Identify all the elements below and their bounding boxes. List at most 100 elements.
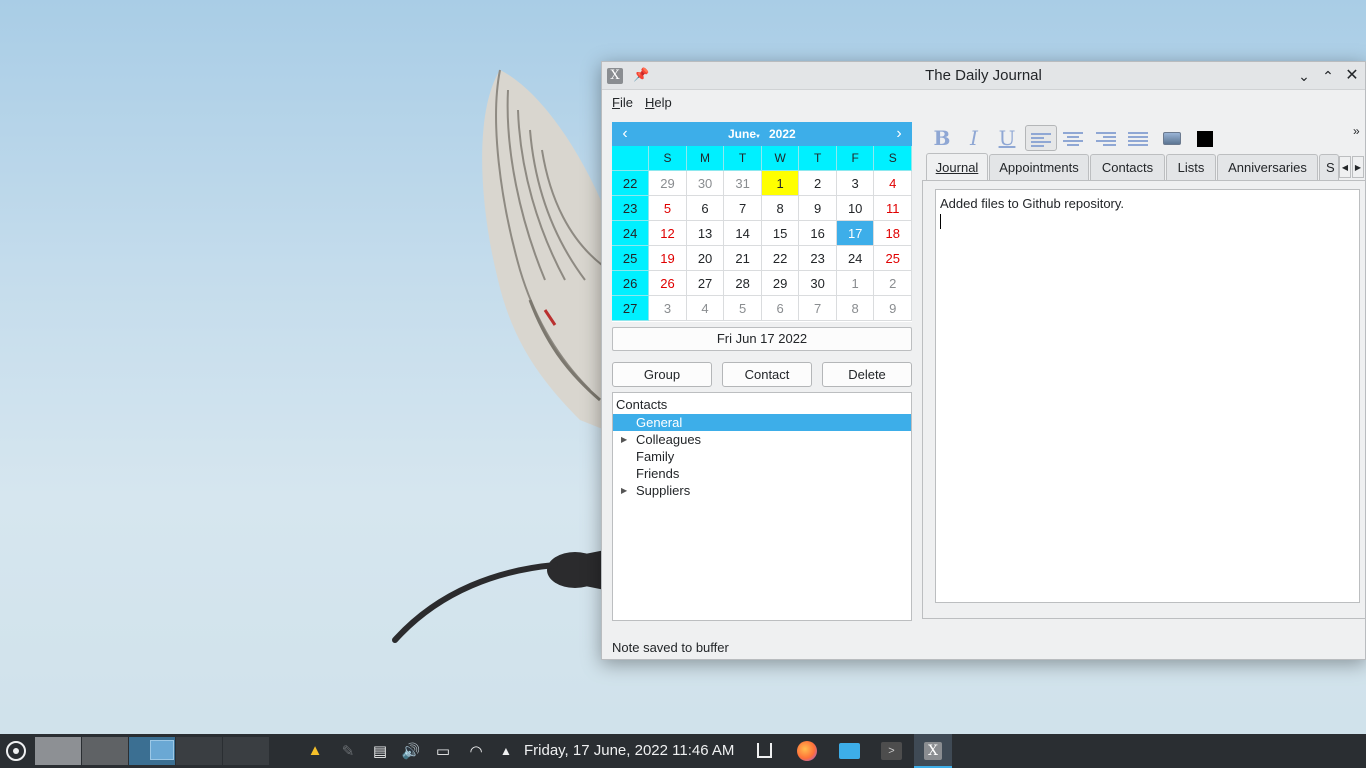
task-file-manager[interactable] (830, 734, 868, 768)
task-terminal[interactable]: > (872, 734, 910, 768)
expand-arrow-icon[interactable]: ▶ (621, 431, 627, 448)
month-dropdown-icon[interactable]: ▼ (755, 134, 761, 140)
calendar-day[interactable]: 19 (649, 246, 687, 271)
calendar-day[interactable]: 25 (874, 246, 912, 271)
calendar-day[interactable]: 29 (649, 171, 687, 196)
maximize-button[interactable]: ⌃ (1318, 66, 1338, 86)
volume-icon[interactable]: 🔊 (401, 742, 421, 760)
calendar-day[interactable]: 3 (649, 296, 687, 321)
calendar-day[interactable]: 6 (686, 196, 725, 221)
calendar-day[interactable]: 18 (874, 221, 912, 246)
calendar-day[interactable]: 5 (724, 296, 762, 321)
show-desktop-icon[interactable] (757, 743, 772, 758)
contact-group-item[interactable]: ▶ Colleagues (613, 431, 911, 448)
italic-button[interactable]: I (960, 125, 988, 151)
calendar-day[interactable]: 6 (761, 296, 800, 321)
align-right-button[interactable] (1092, 125, 1120, 151)
minimize-button[interactable]: ⌄ (1294, 66, 1314, 86)
calendar-day[interactable]: 10 (836, 196, 875, 221)
next-month-button[interactable]: › (888, 123, 910, 145)
calendar-day[interactable]: 9 (874, 296, 912, 321)
tab-contacts[interactable]: Contacts (1090, 154, 1165, 180)
tab-lists[interactable]: Lists (1166, 154, 1216, 180)
calendar-day[interactable]: 13 (686, 221, 725, 246)
title-bar[interactable]: X 📌 The Daily Journal ⌄ ⌃ ✕ (602, 62, 1365, 90)
prev-month-button[interactable]: ‹ (614, 123, 636, 145)
selected-date-display[interactable]: Fri Jun 17 2022 (612, 327, 912, 351)
contact-group-item[interactable]: General (613, 414, 911, 431)
calendar-day[interactable]: 8 (761, 196, 800, 221)
calendar-day[interactable]: 21 (724, 246, 762, 271)
app-launcher-icon[interactable] (6, 741, 26, 761)
toolbar-overflow-button[interactable]: » (1353, 124, 1360, 138)
calendar-day[interactable]: 15 (761, 221, 800, 246)
calendar-month[interactable]: June (728, 127, 756, 141)
calendar-day[interactable]: 23 (799, 246, 837, 271)
group-button[interactable]: Group (612, 362, 712, 387)
calendar-year[interactable]: 2022 (769, 127, 796, 141)
insert-image-button[interactable] (1158, 125, 1186, 151)
calendar-day[interactable]: 7 (799, 296, 837, 321)
calendar-day[interactable]: 4 (874, 171, 912, 196)
delete-button[interactable]: Delete (822, 362, 912, 387)
calendar-day[interactable]: 11 (874, 196, 912, 221)
menu-help[interactable]: Help (645, 95, 672, 110)
clock[interactable]: Friday, 17 June, 2022 11:46 AM (524, 742, 734, 759)
virtual-desktop-1[interactable] (35, 737, 81, 765)
tab-scroll-left-icon[interactable]: ◀ (1339, 156, 1351, 178)
calendar-day[interactable]: 9 (799, 196, 837, 221)
tab-more[interactable]: S (1319, 154, 1339, 180)
calendar-day[interactable]: 4 (686, 296, 725, 321)
calendar-day[interactable]: 1 (761, 171, 800, 196)
align-left-button[interactable] (1025, 125, 1057, 151)
kdeconnect-icon[interactable]: ✎ (338, 742, 358, 760)
contact-group-item[interactable]: Friends (613, 465, 911, 482)
calendar-day[interactable]: 3 (836, 171, 875, 196)
close-button[interactable]: ✕ (1342, 66, 1362, 86)
calendar-day[interactable]: 1 (836, 271, 875, 296)
virtual-desktop-4[interactable] (176, 737, 222, 765)
calendar-day[interactable]: 30 (686, 171, 725, 196)
tray-expand-icon[interactable]: ▲ (496, 744, 516, 758)
calendar-day[interactable]: 8 (836, 296, 875, 321)
wifi-icon[interactable]: ◠ (466, 742, 486, 760)
virtual-desktop-2[interactable] (82, 737, 128, 765)
tab-anniversaries[interactable]: Anniversaries (1217, 154, 1318, 180)
calendar-day[interactable]: 26 (649, 271, 687, 296)
calendar-day[interactable]: 17 (836, 221, 875, 246)
calendar-day[interactable]: 12 (649, 221, 687, 246)
calendar-day[interactable]: 2 (799, 171, 837, 196)
calendar-day[interactable]: 7 (724, 196, 762, 221)
contact-group-item[interactable]: ▶ Suppliers (613, 482, 911, 499)
contact-group-item[interactable]: Family (613, 448, 911, 465)
calendar-day[interactable]: 31 (724, 171, 762, 196)
expand-arrow-icon[interactable]: ▶ (621, 482, 627, 499)
tab-scroll-right-icon[interactable]: ▶ (1352, 156, 1364, 178)
bold-button[interactable]: B (928, 125, 956, 151)
calendar-day[interactable]: 16 (799, 221, 837, 246)
tab-appointments[interactable]: Appointments (989, 154, 1089, 180)
menu-file[interactable]: File (612, 95, 633, 110)
text-color-button[interactable] (1191, 125, 1219, 151)
calendar-day[interactable]: 22 (761, 246, 800, 271)
contact-button[interactable]: Contact (722, 362, 812, 387)
battery-icon[interactable]: ▭ (433, 742, 453, 760)
calendar-day[interactable]: 29 (761, 271, 800, 296)
justify-button[interactable] (1124, 125, 1152, 151)
tab-journal[interactable]: Journal (926, 153, 988, 180)
task-firefox[interactable] (788, 734, 826, 768)
journal-editor[interactable]: Added files to Github repository. (935, 189, 1360, 603)
calendar-day[interactable]: 30 (799, 271, 837, 296)
calendar-day[interactable]: 20 (686, 246, 725, 271)
task-daily-journal[interactable]: X (914, 734, 952, 768)
calendar-day[interactable]: 27 (686, 271, 725, 296)
color-picker-icon[interactable]: ▲ (305, 742, 325, 759)
calendar-day[interactable]: 2 (874, 271, 912, 296)
underline-button[interactable]: U (993, 125, 1021, 151)
virtual-desktop-5[interactable] (223, 737, 269, 765)
calendar-day[interactable]: 24 (836, 246, 875, 271)
clipboard-icon[interactable]: ▤ (370, 742, 390, 760)
align-center-button[interactable] (1059, 125, 1087, 151)
calendar-day[interactable]: 28 (724, 271, 762, 296)
virtual-desktop-3[interactable] (129, 737, 175, 765)
